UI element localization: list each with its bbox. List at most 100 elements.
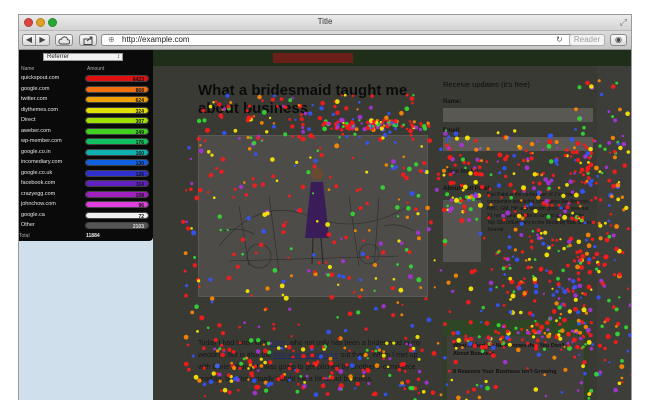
heatmap-click-dot	[322, 126, 327, 132]
heatmap-click-dot	[393, 122, 399, 128]
heatmap-click-dot	[371, 125, 375, 129]
legend-row: wp-member.com 176	[19, 137, 153, 146]
heatmap-click-dot	[375, 124, 380, 130]
email-input[interactable]	[443, 137, 593, 151]
heatmap-click-dot	[326, 121, 331, 126]
share-button[interactable]	[79, 34, 97, 46]
heatmap-click-dot	[400, 313, 404, 317]
heatmap-click-dot	[321, 123, 325, 127]
legend-row-value: 126	[135, 171, 144, 177]
body-link-invoice[interactable]: best invoice software	[273, 352, 338, 359]
legend-row-value: 176	[135, 140, 144, 145]
heatmap-click-dot	[288, 307, 292, 311]
legend-col-amount: Amount	[87, 66, 105, 72]
heatmap-click-dot	[351, 117, 355, 121]
legend-row-name: crazyegg.com	[21, 190, 56, 197]
legend-row-value: 160	[135, 150, 144, 156]
heatmap-click-dot	[519, 280, 523, 284]
legend-dropdown[interactable]: Referrer ↕	[43, 53, 123, 61]
heatmap-click-dot	[238, 325, 241, 329]
heatmap-click-dot	[522, 281, 525, 285]
legend-dropdown-value: Referrer	[47, 54, 70, 60]
reader-button[interactable]: Reader	[569, 34, 605, 46]
legend-row-bar: 2103	[85, 222, 149, 229]
heatmap-click-dot	[548, 270, 553, 275]
fullscreen-icon[interactable]: ⤢	[620, 17, 627, 28]
heatmap-click-dot	[358, 119, 361, 122]
heatmap-click-dot	[379, 122, 383, 126]
heatmap-click-dot	[196, 330, 199, 333]
heatmap-click-dot	[532, 275, 535, 278]
legend-row-value: 72	[138, 213, 144, 219]
heatmap-click-dot	[522, 290, 527, 296]
web-page: What a bridesmaid taught me about busine…	[153, 50, 631, 400]
heatmap-click-dot	[386, 119, 390, 123]
heatmap-click-dot	[531, 313, 535, 317]
heatmap-click-dot	[554, 301, 559, 306]
heatmap-click-dot	[519, 310, 523, 315]
heatmap-click-dot	[347, 311, 353, 317]
heatmap-click-dot	[372, 391, 378, 397]
heatmap-click-dot	[336, 123, 340, 126]
heatmap-click-dot	[371, 125, 375, 128]
legend-row-name: incomediary.com	[21, 159, 63, 165]
heatmap-click-dot	[408, 120, 412, 123]
article-title[interactable]: What a bridesmaid taught me about busine…	[198, 82, 418, 118]
heatmap-click-dot	[386, 123, 389, 126]
heatmap-click-dot	[187, 146, 191, 150]
heatmap-click-dot	[413, 386, 418, 391]
popular-posts-list: What Robert De Niro Knows that You Don't…	[447, 336, 584, 400]
heatmap-click-dot	[583, 292, 587, 296]
page-viewport: Referrer ↕ Name Amount quickspout.com 642…	[19, 50, 631, 400]
heatmap-click-dot	[572, 284, 578, 290]
reload-icon[interactable]: ↻	[556, 34, 566, 46]
heatmap-click-dot	[326, 329, 331, 335]
heatmap-click-dot	[522, 293, 526, 297]
heatmap-click-dot	[414, 125, 419, 130]
address-bar[interactable]: ⊕ http://example.com	[101, 34, 577, 46]
email-label: Email:	[443, 128, 462, 134]
heatmap-click-dot	[301, 126, 305, 130]
heatmap-click-dot	[567, 290, 571, 293]
forward-button[interactable]: ▶	[36, 34, 50, 46]
heatmap-click-dot	[337, 386, 342, 391]
heatmap-click-dot	[525, 290, 528, 293]
heatmap-click-dot	[185, 220, 188, 224]
heatmap-click-dot	[408, 386, 413, 390]
heatmap-click-dot	[588, 333, 593, 338]
body-link-corie[interactable]: Corie	[269, 340, 286, 347]
heatmap-click-dot	[439, 393, 443, 397]
heatmap-click-dot	[313, 392, 319, 397]
heatmap-click-dot	[579, 265, 584, 270]
signup-button[interactable]: Sign Me Up	[443, 167, 482, 177]
nav-current-item[interactable]	[273, 53, 353, 63]
heatmap-click-dot	[408, 128, 413, 134]
heatmap-click-dot	[576, 271, 581, 275]
popular-post-link-1[interactable]: What Robert De Niro Knows that You Don't…	[447, 336, 584, 358]
heatmap-click-dot	[501, 266, 506, 271]
popular-posts-widget: What Robert De Niro Knows that You Don't…	[443, 320, 588, 400]
heatmap-click-dot	[183, 361, 189, 367]
icloud-tabs-button[interactable]	[55, 34, 73, 46]
heatmap-sidebar: Referrer ↕ Name Amount quickspout.com 642…	[19, 50, 154, 400]
heatmap-click-dot	[469, 269, 475, 275]
heatmap-click-dot	[295, 389, 300, 394]
name-input[interactable]	[443, 108, 593, 122]
heatmap-click-dot	[374, 123, 377, 126]
heatmap-click-dot	[480, 309, 483, 313]
heatmap-click-dot	[534, 283, 539, 289]
heatmap-click-dot	[589, 321, 593, 325]
back-button[interactable]: ◀	[22, 34, 36, 46]
legend-row-value: 868	[135, 87, 144, 93]
heatmap-click-dot	[571, 290, 575, 293]
popular-post-link-2[interactable]: 8 Reasons Your Business Isn't Growing	[447, 358, 584, 376]
heatmap-click-dot	[428, 220, 433, 225]
heatmap-click-dot	[419, 122, 423, 125]
site-nav	[153, 50, 631, 66]
heatmap-click-dot	[419, 127, 423, 132]
heatmap-click-dot	[557, 297, 561, 300]
heatmap-click-dot	[589, 388, 594, 393]
extension-button[interactable]: ◉	[610, 34, 627, 46]
heatmap-click-dot	[401, 303, 404, 306]
heatmap-click-dot	[379, 120, 382, 124]
